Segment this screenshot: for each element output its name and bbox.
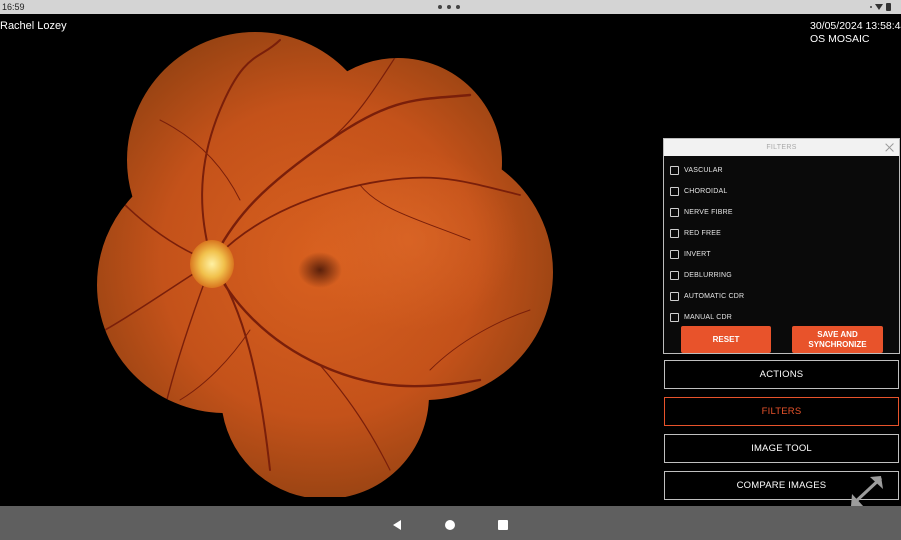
filter-label: NERVE FIBRE xyxy=(684,209,733,216)
save-and-synchronize-button[interactable]: SAVE AND SYNCHRONIZE xyxy=(792,326,883,353)
filters-panel: FILTERS VASCULAR CHOROIDAL NERVE FIBRE R… xyxy=(663,138,900,354)
close-icon[interactable] xyxy=(885,142,895,152)
filter-label: MANUAL CDR xyxy=(684,314,733,321)
checkbox[interactable] xyxy=(670,292,679,301)
filter-item-vascular[interactable]: VASCULAR xyxy=(664,160,899,181)
exam-datetime: 30/05/2024 13:58:44 xyxy=(810,20,901,32)
checkbox[interactable] xyxy=(670,271,679,280)
filter-item-manual-cdr[interactable]: MANUAL CDR xyxy=(664,307,899,328)
filters-panel-header: FILTERS xyxy=(664,139,899,156)
fundus-mosaic-image[interactable] xyxy=(80,22,560,497)
recents-square-icon[interactable] xyxy=(498,520,508,530)
navigation-bar xyxy=(0,506,901,540)
reset-button[interactable]: RESET xyxy=(681,326,771,353)
filter-list: VASCULAR CHOROIDAL NERVE FIBRE RED FREE … xyxy=(664,156,899,328)
status-bar: 16:59 xyxy=(0,0,901,14)
expand-arrows-icon[interactable] xyxy=(848,473,886,509)
filter-label: AUTOMATIC CDR xyxy=(684,293,745,300)
checkbox[interactable] xyxy=(670,208,679,217)
save-button-line2: SYNCHRONIZE xyxy=(808,339,867,349)
filter-item-nerve-fibre[interactable]: NERVE FIBRE xyxy=(664,202,899,223)
filter-item-automatic-cdr[interactable]: AUTOMATIC CDR xyxy=(664,286,899,307)
filter-item-invert[interactable]: INVERT xyxy=(664,244,899,265)
home-circle-icon[interactable] xyxy=(445,520,455,530)
battery-icon xyxy=(886,3,891,11)
filter-item-choroidal[interactable]: CHOROIDAL xyxy=(664,181,899,202)
status-time: 16:59 xyxy=(2,2,25,12)
image-tool-button[interactable]: IMAGE TOOL xyxy=(664,434,899,463)
status-dots-icon xyxy=(438,5,460,9)
filter-label: INVERT xyxy=(684,251,711,258)
back-triangle-icon[interactable] xyxy=(393,520,401,530)
status-icons xyxy=(870,3,891,11)
checkbox[interactable] xyxy=(670,166,679,175)
notification-dot-icon xyxy=(870,6,872,8)
checkbox[interactable] xyxy=(670,313,679,322)
filter-label: CHOROIDAL xyxy=(684,188,728,195)
filter-label: VASCULAR xyxy=(684,167,723,174)
exam-label: OS MOSAIC xyxy=(810,33,870,45)
filter-item-deblurring[interactable]: DEBLURRING xyxy=(664,265,899,286)
checkbox[interactable] xyxy=(670,250,679,259)
patient-name: Rachel Lozey xyxy=(0,20,67,32)
save-button-line1: SAVE AND xyxy=(817,329,858,339)
filters-panel-title: FILTERS xyxy=(766,144,797,151)
filter-label: DEBLURRING xyxy=(684,272,732,279)
checkbox[interactable] xyxy=(670,229,679,238)
exam-info: 30/05/2024 13:58:44 OS MOSAIC xyxy=(810,20,901,46)
actions-button[interactable]: ACTIONS xyxy=(664,360,899,389)
filters-button[interactable]: FILTERS xyxy=(664,397,899,426)
filter-label: RED FREE xyxy=(684,230,721,237)
checkbox[interactable] xyxy=(670,187,679,196)
filter-item-red-free[interactable]: RED FREE xyxy=(664,223,899,244)
wifi-icon xyxy=(875,4,883,10)
